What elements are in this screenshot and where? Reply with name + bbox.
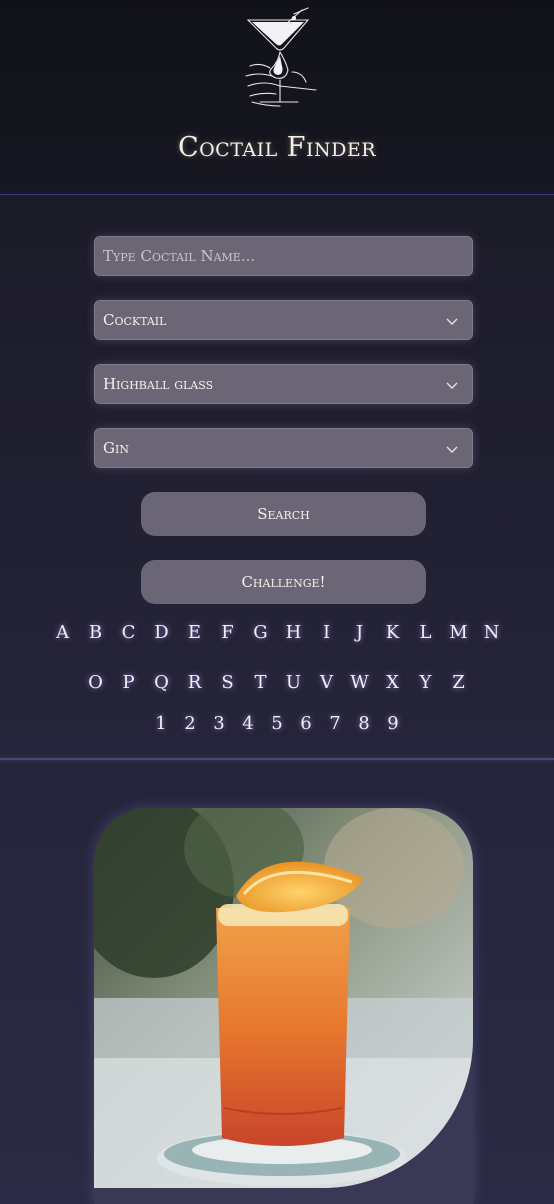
category-select-value: Cocktail bbox=[103, 311, 167, 329]
letter-link-x[interactable]: X bbox=[376, 672, 409, 693]
search-button[interactable]: Search bbox=[141, 492, 426, 536]
cocktail-name-placeholder: Type Coctail Name... bbox=[103, 247, 256, 265]
letter-link-s[interactable]: S bbox=[211, 672, 244, 693]
glass-select[interactable]: Highball glass bbox=[94, 364, 473, 404]
letter-link-j[interactable]: J bbox=[343, 622, 376, 643]
digit-link-4[interactable]: 4 bbox=[234, 713, 263, 734]
letter-link-z[interactable]: Z bbox=[442, 672, 475, 693]
cocktail-photo[interactable] bbox=[94, 808, 473, 1188]
letter-link-t[interactable]: T bbox=[244, 672, 277, 693]
alphabet-row-2: O P Q R S T U V W X Y Z bbox=[0, 672, 554, 693]
ingredient-select[interactable]: Gin bbox=[94, 428, 473, 468]
digit-link-8[interactable]: 8 bbox=[350, 713, 379, 734]
letter-link-h[interactable]: H bbox=[277, 622, 310, 643]
digit-link-2[interactable]: 2 bbox=[176, 713, 205, 734]
digit-link-5[interactable]: 5 bbox=[263, 713, 292, 734]
letter-link-c[interactable]: C bbox=[112, 622, 145, 643]
section-divider bbox=[0, 758, 554, 760]
letter-link-m[interactable]: M bbox=[442, 622, 475, 643]
letter-link-a[interactable]: A bbox=[46, 622, 79, 643]
letter-link-u[interactable]: U bbox=[277, 672, 310, 693]
letter-link-k[interactable]: K bbox=[376, 622, 409, 643]
letter-link-i[interactable]: I bbox=[310, 622, 343, 643]
letter-link-b[interactable]: B bbox=[79, 622, 112, 643]
letter-link-o[interactable]: O bbox=[79, 672, 112, 693]
letter-link-n[interactable]: N bbox=[475, 622, 508, 643]
app-header: Coctail Finder bbox=[0, 0, 554, 195]
letter-link-q[interactable]: Q bbox=[145, 672, 178, 693]
ingredient-select-value: Gin bbox=[103, 439, 129, 457]
page-title: Coctail Finder bbox=[177, 132, 377, 163]
cocktail-name-input[interactable]: Type Coctail Name... bbox=[94, 236, 473, 276]
letter-link-r[interactable]: R bbox=[178, 672, 211, 693]
alphabet-row-1: A B C D E F G H I J K L M N bbox=[0, 622, 554, 643]
digit-link-1[interactable]: 1 bbox=[147, 713, 176, 734]
cocktail-result-card[interactable] bbox=[94, 808, 473, 1204]
digit-link-3[interactable]: 3 bbox=[205, 713, 234, 734]
letter-link-e[interactable]: E bbox=[178, 622, 211, 643]
letter-link-f[interactable]: F bbox=[211, 622, 244, 643]
letter-link-d[interactable]: D bbox=[145, 622, 178, 643]
letter-link-w[interactable]: W bbox=[343, 672, 376, 693]
digit-link-9[interactable]: 9 bbox=[379, 713, 408, 734]
martini-glass-icon bbox=[245, 7, 317, 107]
digit-row: 1 2 3 4 5 6 7 8 9 bbox=[0, 713, 554, 734]
chevron-down-icon bbox=[446, 318, 458, 325]
category-select[interactable]: Cocktail bbox=[94, 300, 473, 340]
letter-link-g[interactable]: G bbox=[244, 622, 277, 643]
digit-link-7[interactable]: 7 bbox=[321, 713, 350, 734]
chevron-down-icon bbox=[446, 446, 458, 453]
glass-select-value: Highball glass bbox=[103, 375, 214, 393]
letter-link-y[interactable]: Y bbox=[409, 672, 442, 693]
letter-link-p[interactable]: P bbox=[112, 672, 145, 693]
digit-link-6[interactable]: 6 bbox=[292, 713, 321, 734]
letter-link-l[interactable]: L bbox=[409, 622, 442, 643]
letter-link-v[interactable]: V bbox=[310, 672, 343, 693]
challenge-button[interactable]: Challenge! bbox=[141, 560, 426, 604]
chevron-down-icon bbox=[446, 382, 458, 389]
